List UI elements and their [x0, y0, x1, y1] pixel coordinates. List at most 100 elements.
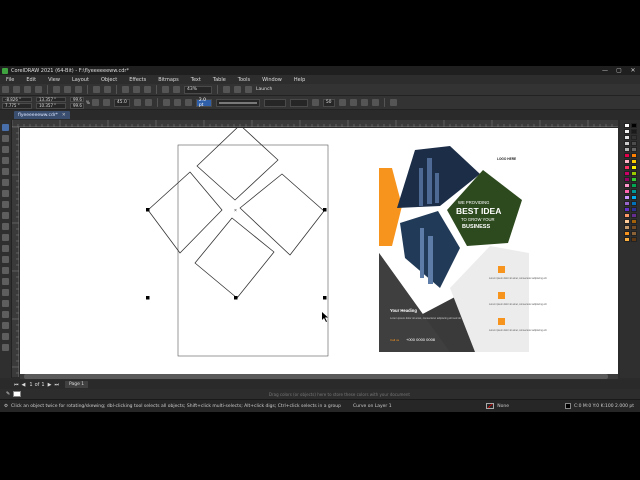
add-tool-icon[interactable]	[2, 344, 9, 351]
zoom-level-select[interactable]: 43%	[184, 85, 212, 94]
horizontal-scrollbar-thumb[interactable]	[24, 374, 608, 379]
palette-swatch[interactable]	[631, 225, 637, 230]
palette-swatch[interactable]	[631, 183, 637, 188]
menu-tools[interactable]: Tools	[232, 77, 256, 83]
menu-layout[interactable]: Layout	[66, 77, 95, 83]
polygon-tool-icon[interactable]	[2, 223, 9, 230]
full-screen-icon[interactable]	[162, 86, 169, 93]
selection-handle[interactable]	[323, 208, 327, 212]
last-page-icon[interactable]: ⏭	[54, 382, 59, 388]
maximize-button[interactable]: ▢	[612, 67, 626, 74]
menu-bitmaps[interactable]: Bitmaps	[152, 77, 185, 83]
palette-swatch[interactable]	[631, 177, 637, 182]
smart-fill-tool-icon[interactable]	[2, 311, 9, 318]
palette-swatch[interactable]	[631, 189, 637, 194]
palette-swatch[interactable]	[631, 129, 637, 134]
no-color-swatch[interactable]	[13, 391, 22, 397]
end-arrowhead-select[interactable]	[289, 98, 308, 107]
palette-swatch[interactable]	[631, 219, 637, 224]
to-back-icon[interactable]	[360, 99, 368, 106]
save-icon[interactable]	[24, 86, 31, 93]
export-icon[interactable]	[133, 86, 140, 93]
minimize-button[interactable]: —	[598, 67, 612, 74]
status-gear-icon[interactable]: ⚙	[4, 404, 8, 409]
selection-handle[interactable]	[234, 296, 238, 300]
palette-swatch[interactable]	[624, 237, 630, 242]
outline-width-field[interactable]: 2.0 pt	[195, 98, 212, 108]
x-position-field[interactable]: -8.826 "	[2, 96, 32, 102]
menu-edit[interactable]: Edit	[20, 77, 42, 83]
menu-table[interactable]: Table	[207, 77, 232, 83]
menu-window[interactable]: Window	[256, 77, 288, 83]
palette-swatch[interactable]	[624, 141, 630, 146]
launch-icon[interactable]	[245, 86, 252, 93]
palette-swatch[interactable]	[624, 225, 630, 230]
paste-icon[interactable]	[75, 86, 82, 93]
y-position-field[interactable]: 7.775 "	[2, 103, 32, 109]
horizontal-ruler[interactable]	[11, 120, 618, 127]
scale-height-field[interactable]: 99.6	[70, 103, 84, 109]
interactive-fill-tool-icon[interactable]	[2, 300, 9, 307]
palette-swatch[interactable]	[624, 159, 630, 164]
flyer-design[interactable]: LOGO HERE WE PROVIDING BEST IDEA TO GROW…	[379, 141, 547, 352]
selection-handle[interactable]	[146, 296, 150, 300]
document-palette-icon[interactable]: ✎	[6, 391, 10, 397]
vertical-ruler[interactable]	[12, 126, 19, 377]
height-field[interactable]: 10.357 "	[36, 103, 66, 109]
mesh-fill-tool-icon[interactable]	[2, 322, 9, 329]
add-icon[interactable]	[389, 99, 397, 106]
palette-swatch[interactable]	[624, 147, 630, 152]
zoom-tool-icon[interactable]	[2, 157, 9, 164]
drawing-canvas[interactable]: × LOGO HERE WE PROVIDING BEST IDEA TO GR…	[20, 128, 618, 374]
to-front-icon[interactable]	[349, 99, 357, 106]
palette-swatch[interactable]	[631, 165, 637, 170]
palette-swatch[interactable]	[624, 153, 630, 158]
palette-swatch[interactable]	[631, 153, 637, 158]
palette-swatch[interactable]	[624, 219, 630, 224]
import-icon[interactable]	[122, 86, 129, 93]
crop-tool-icon[interactable]	[2, 146, 9, 153]
parallel-dimension-tool-icon[interactable]	[2, 245, 9, 252]
palette-swatch[interactable]	[624, 177, 630, 182]
document-tab[interactable]: flyeeeeeeww.cdr* ✕	[14, 111, 70, 119]
palette-swatch[interactable]	[631, 171, 637, 176]
palette-swatch[interactable]	[631, 147, 637, 152]
first-page-icon[interactable]: ⏮	[14, 382, 19, 388]
print-icon[interactable]	[35, 86, 42, 93]
close-curve-icon[interactable]	[173, 99, 181, 106]
palette-swatch[interactable]	[631, 123, 637, 128]
redo-icon[interactable]	[104, 86, 111, 93]
outline-pen-tool-icon[interactable]	[2, 333, 9, 340]
open-icon[interactable]	[13, 86, 20, 93]
miter-limit-field[interactable]: 50	[322, 98, 335, 107]
palette-swatch[interactable]	[624, 135, 630, 140]
page-1-tab[interactable]: Page 1	[64, 381, 89, 388]
palette-swatch[interactable]	[631, 201, 637, 206]
cut-icon[interactable]	[53, 86, 60, 93]
launch-button[interactable]: Launch	[256, 87, 272, 92]
pick-tool-icon[interactable]	[2, 124, 9, 131]
scale-width-field[interactable]: 99.6	[70, 96, 84, 102]
palette-swatch[interactable]	[624, 123, 630, 128]
ellipse-tool-icon[interactable]	[2, 212, 9, 219]
palette-swatch[interactable]	[631, 141, 637, 146]
next-page-icon[interactable]: ▶	[48, 382, 52, 388]
copy-icon[interactable]	[64, 86, 71, 93]
pan-tool-icon[interactable]	[2, 168, 9, 175]
palette-swatch[interactable]	[631, 231, 637, 236]
horizontal-scrollbar[interactable]	[20, 374, 618, 379]
palette-swatch[interactable]	[631, 159, 637, 164]
selection-handle[interactable]	[146, 208, 150, 212]
freehand-tool-icon[interactable]	[2, 179, 9, 186]
menu-effects[interactable]: Effects	[123, 77, 152, 83]
palette-swatch[interactable]	[624, 207, 630, 212]
rulers-icon[interactable]	[173, 86, 180, 93]
palette-swatch[interactable]	[624, 195, 630, 200]
start-arrowhead-select[interactable]	[263, 98, 286, 107]
prev-page-icon[interactable]: ◀	[22, 382, 26, 388]
rectangle-tool-icon[interactable]	[2, 201, 9, 208]
selection-handle[interactable]	[323, 296, 327, 300]
palette-swatch[interactable]	[624, 201, 630, 206]
palette-swatch[interactable]	[624, 171, 630, 176]
close-window-button[interactable]: ✕	[626, 67, 640, 74]
